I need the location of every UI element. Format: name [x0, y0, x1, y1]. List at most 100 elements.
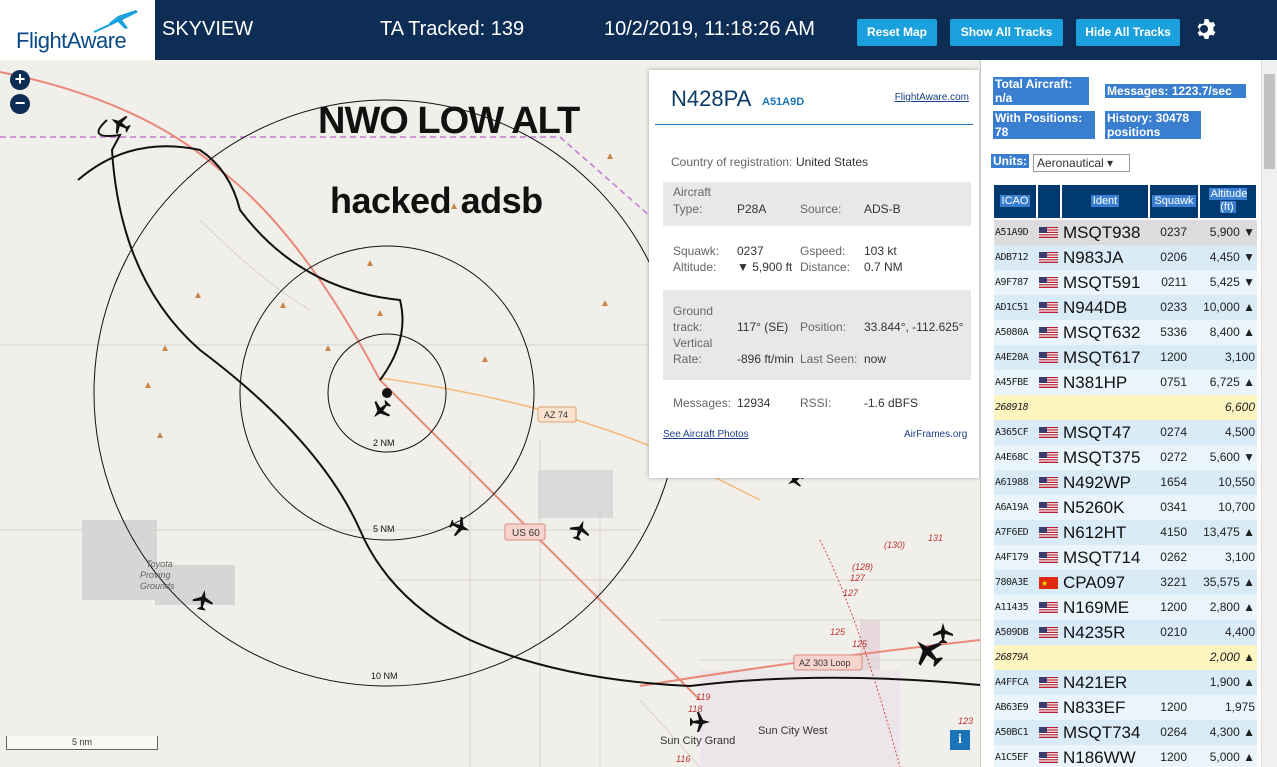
- aircraft-icon[interactable]: [447, 514, 473, 540]
- us-flag-icon: [1039, 452, 1058, 463]
- flag-cell: [1039, 520, 1059, 545]
- app-title: SKYVIEW: [162, 18, 254, 40]
- us-flag-icon: [1039, 427, 1058, 438]
- altitude-cell: 8,400 ▲: [1209, 325, 1255, 339]
- flag-cell: [1039, 545, 1059, 570]
- squawk-cell: 1200: [1160, 350, 1187, 364]
- table-row[interactable]: A4E20A MSQT617 1200 3,100: [994, 345, 1257, 370]
- column-header-flag: [1038, 185, 1060, 218]
- ring-label: 2 NM: [373, 438, 395, 448]
- altitude-cell: 4,450 ▼: [1209, 250, 1255, 264]
- icao-cell: ADB712: [995, 252, 1029, 263]
- table-row[interactable]: A4E68C MSQT375 0272 5,600 ▼: [994, 445, 1257, 470]
- icao-cell: A6A19A: [995, 502, 1029, 513]
- table-row[interactable]: AB63E9 N833EF 1200 1,975: [994, 695, 1257, 720]
- airframes-link[interactable]: AirFrames.org: [904, 429, 967, 440]
- column-header-squawk[interactable]: Squawk: [1150, 185, 1198, 218]
- place-label: Sun City Grand: [660, 735, 735, 747]
- table-row[interactable]: 780A3E ★ CPA097 3221 35,575 ▲: [994, 570, 1257, 595]
- us-flag-icon: [1039, 227, 1058, 238]
- ring-label: 5 NM: [373, 524, 395, 534]
- squawk-cell: 0210: [1160, 625, 1187, 639]
- table-row[interactable]: A50BC1 MSQT734 0264 4,300 ▲: [994, 720, 1257, 745]
- flag-cell: [1039, 295, 1059, 320]
- distance-value: 0.7 NM: [864, 260, 903, 274]
- reset-map-button[interactable]: Reset Map: [857, 19, 937, 46]
- squawk-cell: 1200: [1160, 750, 1187, 764]
- altitude-cell: 3,100: [1224, 550, 1255, 564]
- aircraft-icon[interactable]: [106, 110, 133, 137]
- gear-icon[interactable]: [1192, 17, 1216, 41]
- lastseen-label: Last Seen:: [800, 352, 858, 366]
- ident-cell: MSQT938: [1063, 223, 1141, 242]
- table-row[interactable]: A51A9D MSQT938 0237 5,900 ▼: [994, 220, 1257, 245]
- altitude-cell: 5,600 ▼: [1209, 450, 1255, 464]
- table-row[interactable]: ADB712 N983JA 0206 4,450 ▼: [994, 245, 1257, 270]
- svg-text:118: 118: [688, 704, 702, 714]
- squawk-value: 0237: [737, 244, 764, 258]
- ident-cell: [1063, 645, 1148, 670]
- zoom-in-button[interactable]: +: [10, 70, 30, 90]
- table-row[interactable]: AD1C51 N944DB 0233 10,000 ▲: [994, 295, 1257, 320]
- flag-cell: [1039, 645, 1059, 670]
- table-row[interactable]: A9F787 MSQT591 0211 5,425 ▼: [994, 270, 1257, 295]
- aircraft-icon[interactable]: [367, 396, 395, 424]
- table-row[interactable]: A4FFCA N421ER 1,900 ▲: [994, 670, 1257, 695]
- squawk-cell: 5336: [1160, 325, 1187, 339]
- column-header-icao[interactable]: ICAO: [994, 185, 1036, 218]
- messages-stat: Messages: 1223.7/sec: [1105, 84, 1246, 98]
- flightaware-logo[interactable]: FlightAware: [0, 0, 155, 60]
- squawk-cell: 0237: [1160, 225, 1187, 239]
- us-flag-icon: [1039, 752, 1058, 763]
- table-row[interactable]: A61988 N492WP 1654 10,550: [994, 470, 1257, 495]
- altitude-cell: 3,100: [1224, 350, 1255, 364]
- track-label: track:: [673, 320, 703, 334]
- sidebar-scrollbar[interactable]: [1261, 60, 1277, 767]
- position-label: Position:: [800, 320, 847, 334]
- road-label: AZ 303 Loop: [799, 658, 851, 668]
- clock: 10/2/2019, 11:18:26 AM: [604, 18, 815, 40]
- altitude-cell: 2,000 ▲: [1209, 650, 1255, 664]
- table-row[interactable]: A5080A MSQT632 5336 8,400 ▲: [994, 320, 1257, 345]
- flag-cell: [1039, 345, 1059, 370]
- ground-label: Ground: [673, 304, 714, 318]
- altitude-cell: 1,975: [1224, 700, 1255, 714]
- altitude-cell: 13,475 ▲: [1203, 525, 1255, 539]
- column-header-ident[interactable]: Ident: [1062, 185, 1148, 218]
- table-row[interactable]: A4F179 MSQT714 0262 3,100: [994, 545, 1257, 570]
- svg-text:125: 125: [830, 627, 846, 637]
- zoom-out-button[interactable]: −: [10, 94, 30, 114]
- table-row[interactable]: A509DB N4235R 0210 4,400: [994, 620, 1257, 645]
- table-row[interactable]: A11435 N169ME 1200 2,800 ▲: [994, 595, 1257, 620]
- with-positions-stat: With Positions: 78: [993, 111, 1095, 139]
- flightaware-link[interactable]: FlightAware.com: [895, 92, 969, 103]
- squawk-cell: [1149, 395, 1189, 420]
- table-row[interactable]: A1C5EF N186WW 1200 5,000 ▲: [994, 745, 1257, 767]
- aircraft-icon[interactable]: [933, 623, 953, 643]
- icao-cell: AD1C51: [995, 302, 1029, 313]
- icao-cell: A61988: [995, 477, 1029, 488]
- table-row[interactable]: A6A19A N5260K 0341 10,700: [994, 495, 1257, 520]
- squawk-cell: 0341: [1160, 500, 1187, 514]
- table-row[interactable]: 26879A 2,000 ▲: [994, 645, 1257, 670]
- column-header-altitude[interactable]: Altitude (ft): [1200, 185, 1256, 218]
- icao-cell: A4E20A: [995, 352, 1029, 363]
- ident-cell: MSQT714: [1063, 548, 1141, 567]
- type-value: P28A: [737, 202, 767, 216]
- overlay-caption: hacked adsb: [330, 180, 543, 221]
- table-row[interactable]: A45FBE N381HP 0751 6,725 ▲: [994, 370, 1257, 395]
- rate-value: -896 ft/min: [737, 352, 794, 366]
- aircraft-photos-link[interactable]: See Aircraft Photos: [663, 429, 749, 440]
- table-row[interactable]: A365CF MSQT47 0274 4,500: [994, 420, 1257, 445]
- table-row[interactable]: 268918 6,600: [994, 395, 1257, 420]
- altitude-cell: 4,500: [1224, 425, 1255, 439]
- ring-label: 10 NM: [371, 671, 398, 681]
- hide-all-tracks-button[interactable]: Hide All Tracks: [1076, 19, 1180, 46]
- info-button[interactable]: i: [950, 730, 970, 750]
- units-select[interactable]: Aeronautical ▾: [1033, 154, 1130, 172]
- ident-cell: CPA097: [1063, 573, 1126, 592]
- history-stat: History: 30478 positions: [1105, 111, 1201, 139]
- table-row[interactable]: A7F6ED N612HT 4150 13,475 ▲: [994, 520, 1257, 545]
- scrollbar-thumb[interactable]: [1264, 74, 1275, 169]
- show-all-tracks-button[interactable]: Show All Tracks: [950, 19, 1063, 46]
